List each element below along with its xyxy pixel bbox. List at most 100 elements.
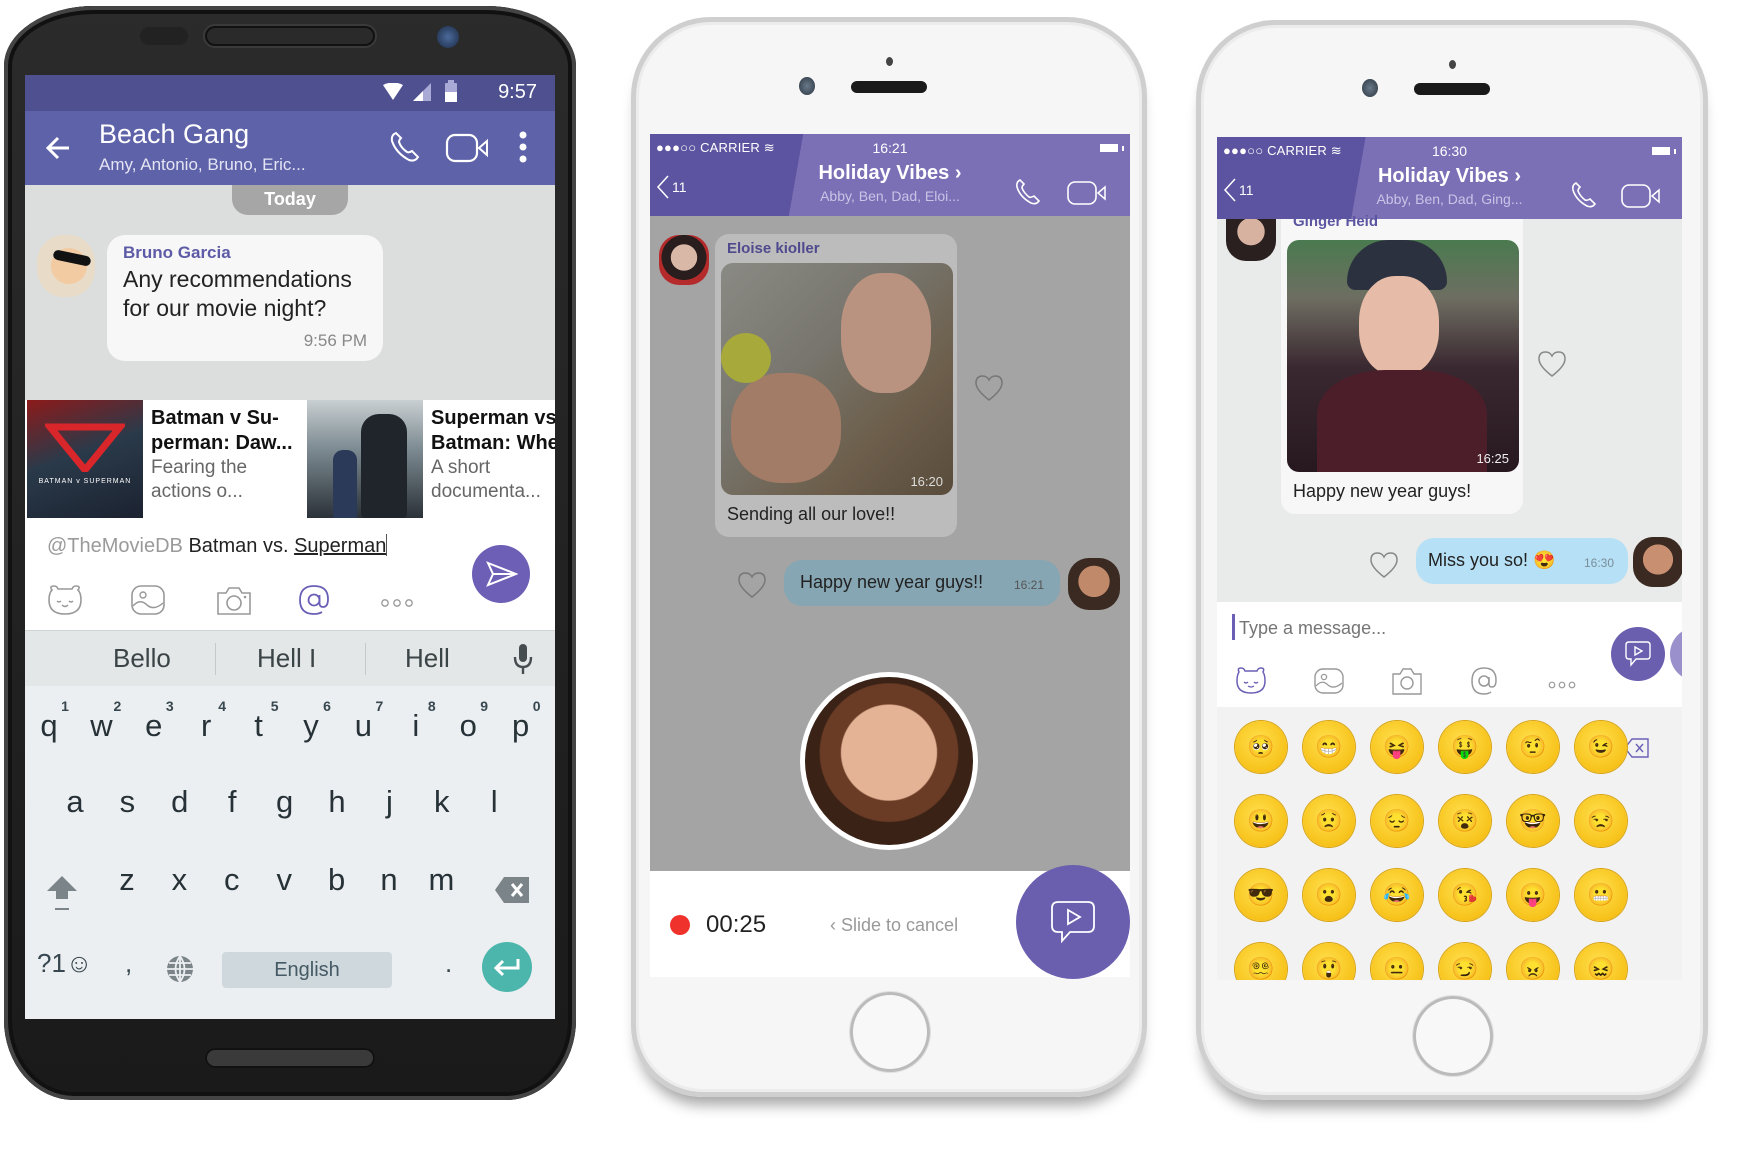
secondary-action-button[interactable] bbox=[1670, 627, 1682, 681]
suggestion-item[interactable]: Hell bbox=[405, 643, 450, 674]
movie-card[interactable]: BATMAN v SUPERMAN Batman v Su-perman: Da… bbox=[25, 400, 301, 518]
key-j[interactable]: j bbox=[369, 784, 409, 820]
like-heart-icon[interactable] bbox=[1537, 350, 1567, 378]
avatar[interactable] bbox=[37, 235, 95, 297]
movie-cards-carousel[interactable]: BATMAN v SUPERMAN Batman v Su-perman: Da… bbox=[25, 400, 555, 518]
key-z[interactable]: z bbox=[107, 862, 147, 898]
mention-icon[interactable] bbox=[297, 582, 331, 618]
emoji-item[interactable]: 😎 bbox=[1235, 869, 1287, 921]
emoji-item[interactable]: 😟 bbox=[1303, 795, 1355, 847]
emoji-item[interactable]: 😔 bbox=[1371, 795, 1423, 847]
slide-to-cancel[interactable]: ‹ Slide to cancel bbox=[830, 915, 958, 936]
key-c[interactable]: c bbox=[212, 862, 252, 898]
video-record-button[interactable] bbox=[1016, 865, 1130, 979]
emoji-item[interactable]: 😠 bbox=[1507, 943, 1559, 980]
movie-card[interactable]: Superman vs Batman: Whe A short documenta.… bbox=[305, 400, 555, 518]
emoji-item[interactable]: 😉 bbox=[1575, 721, 1627, 773]
key-m[interactable]: m bbox=[421, 862, 461, 898]
microphone-icon[interactable] bbox=[513, 643, 533, 675]
back-arrow-icon[interactable] bbox=[45, 135, 71, 161]
gallery-icon[interactable] bbox=[1313, 667, 1345, 695]
gallery-icon[interactable] bbox=[130, 584, 166, 616]
like-heart-icon[interactable] bbox=[974, 374, 1004, 402]
message-bubble[interactable]: Eloise kioller 16:20 Sending all our lov… bbox=[715, 234, 957, 537]
key-h[interactable]: h bbox=[317, 784, 357, 820]
emoji-backspace-icon[interactable] bbox=[1624, 737, 1650, 759]
avatar[interactable] bbox=[1633, 537, 1682, 587]
sticker-icon[interactable] bbox=[1235, 667, 1267, 695]
key-f[interactable]: f bbox=[212, 784, 252, 820]
key-b[interactable]: b bbox=[317, 862, 357, 898]
key-x[interactable]: x bbox=[159, 862, 199, 898]
emoji-item[interactable]: 🤓 bbox=[1507, 795, 1559, 847]
phone-call-icon[interactable] bbox=[1014, 178, 1042, 206]
video-call-icon[interactable] bbox=[445, 133, 491, 163]
outgoing-message[interactable]: Miss you so! 😍 16:30 bbox=[1416, 538, 1628, 584]
camera-icon[interactable] bbox=[215, 584, 253, 616]
message-bubble[interactable]: Bruno Garcia Any recommendations for our… bbox=[107, 235, 383, 361]
comma-key[interactable]: , bbox=[125, 948, 132, 979]
home-button[interactable] bbox=[850, 992, 930, 1072]
message-bubble[interactable]: Ginger Heid 16:25 Happy new year guys! bbox=[1281, 213, 1523, 514]
emoji-item[interactable]: 😁 bbox=[1303, 721, 1355, 773]
shared-photo[interactable]: 16:25 bbox=[1287, 240, 1519, 472]
video-call-icon[interactable] bbox=[1066, 180, 1108, 206]
key-v[interactable]: v bbox=[264, 862, 304, 898]
backspace-icon[interactable] bbox=[494, 876, 530, 904]
emoji-item[interactable]: 😃 bbox=[1235, 795, 1287, 847]
emoji-item[interactable]: 😛 bbox=[1507, 869, 1559, 921]
emoji-item[interactable]: 😵 bbox=[1439, 795, 1491, 847]
enter-key[interactable] bbox=[482, 942, 532, 992]
chat-title[interactable]: Beach Gang bbox=[99, 119, 249, 150]
sticker-icon[interactable] bbox=[47, 584, 83, 616]
chat-title[interactable]: Holiday Vibes › bbox=[650, 162, 1130, 185]
key-a[interactable]: a bbox=[55, 784, 95, 820]
emoji-item[interactable]: 🥺 bbox=[1235, 721, 1287, 773]
avatar[interactable] bbox=[1068, 558, 1120, 610]
period-key[interactable]: . bbox=[445, 948, 452, 979]
mention-icon[interactable] bbox=[1469, 665, 1499, 697]
video-record-button[interactable] bbox=[1611, 627, 1665, 681]
emoji-item[interactable]: 😐 bbox=[1371, 943, 1423, 980]
camera-icon[interactable] bbox=[1391, 666, 1423, 696]
suggestion-item[interactable]: Bello bbox=[113, 643, 171, 674]
emoji-item[interactable]: 😒 bbox=[1575, 795, 1627, 847]
emoji-item[interactable]: 🤑 bbox=[1439, 721, 1491, 773]
more-icon[interactable] bbox=[1548, 680, 1576, 690]
outgoing-message[interactable]: Happy new year guys!! 16:21 bbox=[784, 560, 1060, 606]
send-button[interactable] bbox=[472, 545, 530, 603]
emoji-item[interactable]: 😵‍💫 bbox=[1235, 943, 1287, 980]
video-call-icon[interactable] bbox=[1620, 183, 1662, 209]
emoji-item[interactable]: 😬 bbox=[1575, 869, 1627, 921]
message-input[interactable] bbox=[1237, 612, 1541, 644]
more-vert-icon[interactable] bbox=[519, 131, 527, 163]
suggestion-item[interactable]: Hell I bbox=[257, 643, 316, 674]
symbols-key[interactable]: ?1☺ bbox=[37, 948, 92, 979]
emoji-item[interactable]: 😖 bbox=[1575, 943, 1627, 980]
shared-photo[interactable]: 16:20 bbox=[721, 263, 953, 495]
phone-call-icon[interactable] bbox=[389, 131, 421, 163]
avatar[interactable] bbox=[659, 235, 709, 285]
message-input[interactable]: @TheMovieDB Batman vs. Superman bbox=[47, 534, 388, 558]
emoji-item[interactable]: 😂 bbox=[1371, 869, 1423, 921]
like-heart-icon[interactable] bbox=[737, 571, 767, 599]
emoji-item[interactable]: 🤨 bbox=[1507, 721, 1559, 773]
emoji-item[interactable]: 😘 bbox=[1439, 869, 1491, 921]
emoji-item[interactable]: 😏 bbox=[1439, 943, 1491, 980]
key-k[interactable]: k bbox=[422, 784, 462, 820]
emoji-item[interactable]: 😮 bbox=[1303, 869, 1355, 921]
home-button[interactable] bbox=[1413, 996, 1493, 1076]
globe-icon[interactable] bbox=[165, 954, 195, 984]
key-s[interactable]: s bbox=[107, 784, 147, 820]
emoji-item[interactable]: 😲 bbox=[1303, 943, 1355, 980]
key-n[interactable]: n bbox=[369, 862, 409, 898]
emoji-item[interactable]: 😝 bbox=[1371, 721, 1423, 773]
shift-icon[interactable] bbox=[45, 874, 79, 914]
key-d[interactable]: d bbox=[160, 784, 200, 820]
phone-call-icon[interactable] bbox=[1570, 181, 1598, 209]
more-icon[interactable] bbox=[380, 598, 414, 608]
key-l[interactable]: l bbox=[474, 784, 514, 820]
like-heart-icon[interactable] bbox=[1369, 551, 1399, 579]
space-key[interactable]: English bbox=[222, 952, 392, 988]
avatar[interactable] bbox=[1226, 219, 1276, 261]
